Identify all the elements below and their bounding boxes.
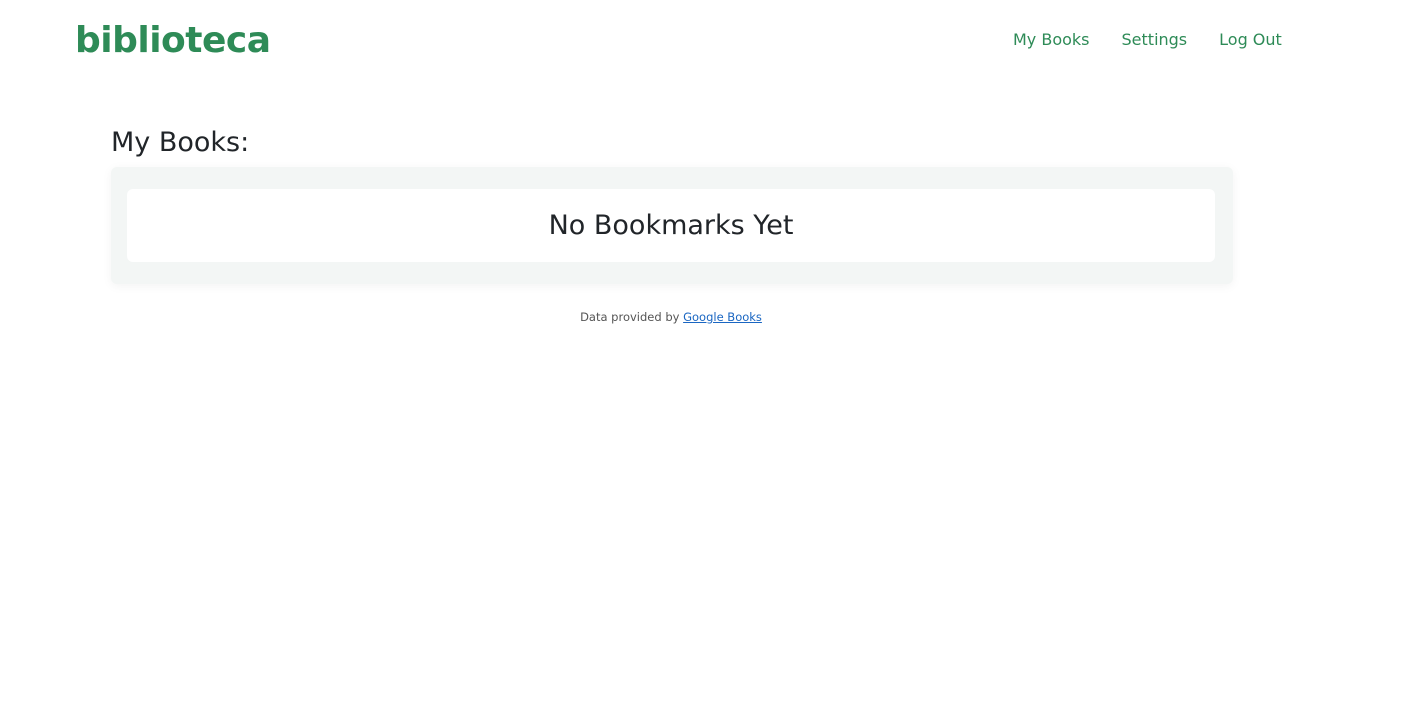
- attribution-prefix: Data provided by: [580, 310, 680, 324]
- nav-my-books[interactable]: My Books: [1013, 29, 1090, 51]
- bookmarks-empty-card: No Bookmarks Yet: [127, 189, 1215, 262]
- site-header: biblioteca My Books Settings Log Out: [0, 0, 1405, 90]
- bookmarks-panel: No Bookmarks Yet: [111, 167, 1233, 284]
- empty-bookmarks-message: No Bookmarks Yet: [548, 210, 794, 241]
- brand-logo[interactable]: biblioteca: [75, 18, 271, 64]
- nav-settings[interactable]: Settings: [1122, 29, 1188, 51]
- page-title: My Books:: [111, 127, 250, 158]
- nav-log-out[interactable]: Log Out: [1219, 29, 1282, 51]
- attribution-footer: Data provided by Google Books: [0, 308, 1342, 326]
- google-books-link[interactable]: Google Books: [683, 310, 762, 324]
- main-nav: My Books Settings Log Out: [1013, 29, 1282, 51]
